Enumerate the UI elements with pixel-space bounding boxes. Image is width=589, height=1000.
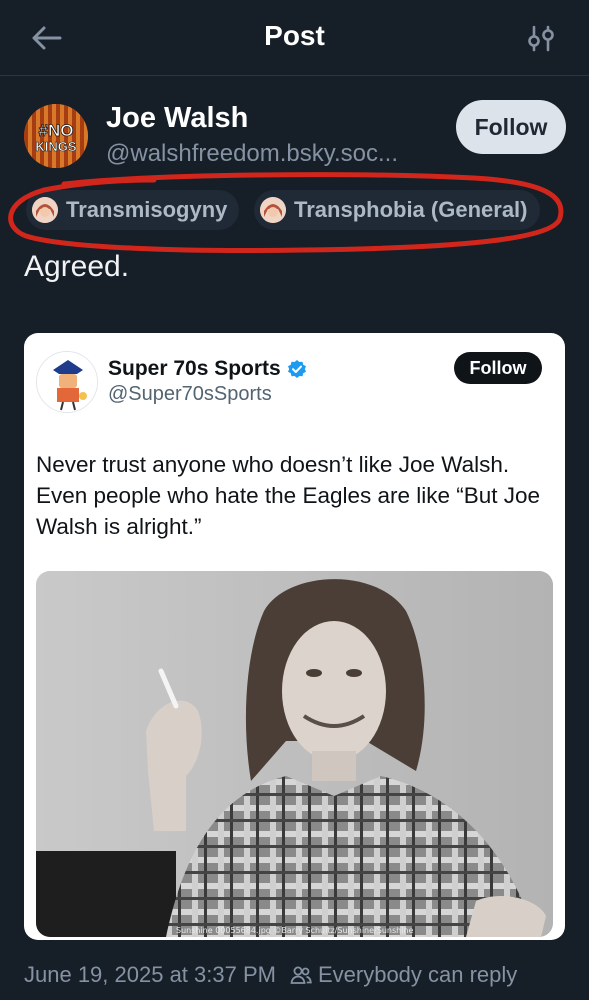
page-title: Post bbox=[264, 20, 325, 51]
embed-follow-button[interactable]: Follow bbox=[454, 352, 542, 384]
embed-avatar[interactable] bbox=[36, 351, 98, 413]
svg-text:#NO: #NO bbox=[39, 121, 74, 140]
embed-photo[interactable]: Sunshine 00055684.jpg ©Barry Schultz/Sun… bbox=[36, 571, 553, 937]
post-text: Agreed. bbox=[24, 250, 130, 283]
label-text: Transmisogyny bbox=[66, 197, 228, 222]
label-chip-transphobia[interactable]: Transphobia (General) bbox=[254, 190, 540, 230]
embed-author-name[interactable]: Super 70s Sports bbox=[108, 357, 307, 381]
embed-post-text: Never trust anyone who doesn’t like Joe … bbox=[36, 452, 541, 539]
sliders-icon bbox=[528, 25, 554, 52]
top-bar: Post bbox=[0, 0, 589, 76]
mascot-logo bbox=[37, 352, 97, 412]
reply-setting[interactable]: Everybody can reply bbox=[318, 962, 517, 988]
settings-button[interactable] bbox=[523, 20, 559, 56]
embed-author-handle[interactable]: @Super70sSports bbox=[108, 383, 272, 406]
labeler-avatar-icon bbox=[32, 197, 58, 223]
people-icon bbox=[290, 966, 312, 984]
author-name[interactable]: Joe Walsh bbox=[106, 102, 248, 135]
verified-badge-icon bbox=[287, 360, 306, 378]
photo-credit: Sunshine 00055684.jpg ©Barry Schultz/Sun… bbox=[176, 926, 414, 935]
post-timestamp: June 19, 2025 at 3:37 PM bbox=[24, 962, 276, 987]
author-avatar[interactable]: #NO KINGS bbox=[24, 104, 88, 168]
no-kings-logo: #NO KINGS bbox=[24, 104, 88, 168]
follow-button[interactable]: Follow bbox=[456, 100, 566, 154]
portrait-photo bbox=[36, 571, 553, 937]
author-handle[interactable]: @walshfreedom.bsky.soc... bbox=[106, 140, 438, 168]
embedded-post-card[interactable]: Super 70s Sports @Super70sSports Follow … bbox=[24, 333, 565, 940]
labeler-avatar-icon bbox=[260, 197, 286, 223]
label-text: Transphobia (General) bbox=[294, 197, 528, 222]
label-chip-transmisogyny[interactable]: Transmisogyny bbox=[26, 190, 240, 230]
svg-text:KINGS: KINGS bbox=[35, 139, 77, 154]
post-meta: June 19, 2025 at 3:37 PM Everybody can r… bbox=[24, 962, 517, 988]
